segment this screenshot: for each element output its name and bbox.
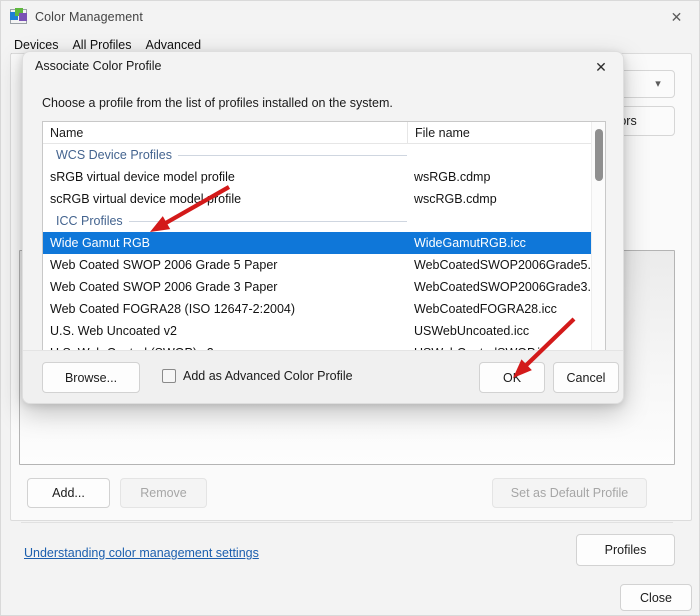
list-item-name: Web Coated FOGRA28 (ISO 12647-2:2004) [50, 302, 296, 316]
list-item-name: sRGB virtual device model profile [50, 170, 235, 184]
list-item-name: Wide Gamut RGB [50, 236, 151, 250]
list-item[interactable]: scRGB virtual device model profile wscRGB… [43, 188, 605, 210]
footer-divider [21, 522, 673, 523]
group-rule [128, 220, 407, 222]
listbox-scrollbar[interactable] [591, 122, 605, 350]
set-as-default-profile-button[interactable]: Set as Default Profile [492, 478, 647, 508]
list-item-file-name: WebCoatedSWOP2006Grade3... [414, 280, 598, 294]
list-item[interactable]: Web Coated FOGRA28 (ISO 12647-2:2004) Web… [43, 298, 605, 320]
list-item-name: WCS Device Profiles [43, 148, 407, 162]
profiles-button[interactable]: Profiles [576, 534, 675, 566]
browse-button[interactable]: Browse... [42, 362, 140, 393]
profile-listbox[interactable]: Name File name WCS Device Profiles sRGB v… [42, 121, 606, 351]
column-header-name[interactable]: Name [43, 126, 407, 140]
checkbox-box[interactable] [162, 369, 176, 383]
list-item-name: U.S. Web Uncoated v2 [50, 324, 177, 338]
listbox-rows: WCS Device Profiles sRGB virtual device m… [43, 144, 605, 350]
list-item-file-name: WebCoatedFOGRA28.icc [414, 302, 557, 316]
list-item[interactable]: U.S. Web Uncoated v2 USWebUncoated.icc [43, 320, 605, 342]
dialog-title: Associate Color Profile [35, 59, 162, 73]
list-item-file-name: WideGamutRGB.icc [414, 236, 526, 250]
list-item[interactable]: sRGB virtual device model profile wsRGB.c… [43, 166, 605, 188]
understanding-color-management-link[interactable]: Understanding color management settings [24, 546, 259, 560]
remove-button[interactable]: Remove [120, 478, 207, 508]
screen: Color Management ✕ Devices All Profiles … [0, 0, 700, 616]
ok-button[interactable]: OK [479, 362, 545, 393]
cancel-button[interactable]: Cancel [553, 362, 619, 393]
list-item[interactable]: Web Coated SWOP 2006 Grade 3 Paper WebCoa… [43, 276, 605, 298]
dialog-close-icon[interactable]: ✕ [579, 52, 623, 82]
list-item-name: scRGB virtual device model profile [50, 192, 242, 206]
list-group-header: WCS Device Profiles [43, 144, 605, 166]
add-button[interactable]: Add... [27, 478, 110, 508]
associate-color-profile-dialog: Associate Color Profile ✕ Choose a profi… [22, 51, 624, 404]
close-button[interactable]: Close [620, 584, 692, 611]
dialog-footer: Browse... Add as Advanced Color Profile … [23, 350, 623, 403]
scrollbar-thumb[interactable] [595, 129, 603, 181]
list-item[interactable]: Web Coated SWOP 2006 Grade 5 Paper WebCoa… [43, 254, 605, 276]
color-management-icon [10, 8, 27, 25]
window-title: Color Management [35, 9, 143, 24]
window-close-icon[interactable]: ✕ [654, 1, 699, 32]
checkbox-label: Add as Advanced Color Profile [183, 369, 353, 383]
column-header-file-name[interactable]: File name [407, 122, 605, 144]
list-group-header: ICC Profiles [43, 210, 605, 232]
list-item-name: Web Coated SWOP 2006 Grade 3 Paper [50, 280, 278, 294]
list-item[interactable]: Wide Gamut RGB WideGamutRGB.icc [43, 232, 605, 254]
list-item-name: ICC Profiles [43, 214, 407, 228]
window-titlebar: Color Management ✕ [1, 1, 699, 32]
list-item-file-name: USWebUncoated.icc [414, 324, 530, 338]
add-advanced-color-profile-checkbox[interactable]: Add as Advanced Color Profile [162, 369, 353, 383]
group-rule [178, 154, 407, 156]
list-item-name: Web Coated SWOP 2006 Grade 5 Paper [50, 258, 278, 272]
dialog-prompt: Choose a profile from the list of profil… [42, 96, 393, 110]
listbox-header: Name File name [43, 122, 605, 144]
list-item-file-name: WebCoatedSWOP2006Grade5... [414, 258, 598, 272]
list-item-file-name: wsRGB.cdmp [414, 170, 491, 184]
chevron-down-icon: ▾ [655, 78, 661, 90]
list-item-file-name: wscRGB.cdmp [414, 192, 497, 206]
